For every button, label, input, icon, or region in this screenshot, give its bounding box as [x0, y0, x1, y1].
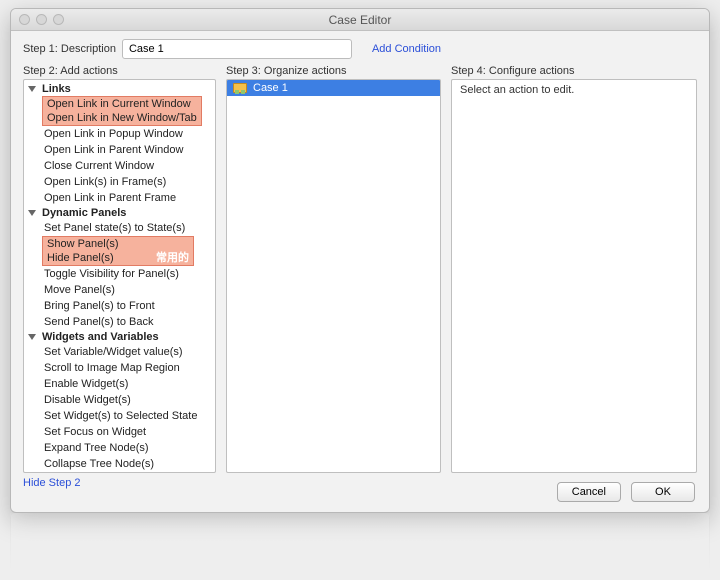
organize-case-row[interactable]: Case 1 [227, 80, 440, 96]
action-toggle-visibility[interactable]: Toggle Visibility for Panel(s) [24, 266, 215, 282]
action-enable-widget[interactable]: Enable Widget(s) [24, 376, 215, 392]
hide-step2-link[interactable]: Hide Step 2 [23, 477, 80, 489]
group-widgets-label: Widgets and Variables [42, 331, 159, 343]
action-open-popup[interactable]: Open Link in Popup Window [24, 126, 215, 142]
action-scroll-map[interactable]: Scroll to Image Map Region [24, 360, 215, 376]
configure-panel: Select an action to edit. [451, 79, 697, 473]
chevron-down-icon [28, 210, 36, 216]
group-dynamic-panels[interactable]: Dynamic Panels [24, 206, 215, 220]
step4-label: Step 4: Configure actions [451, 65, 697, 77]
step1-label: Step 1: Description [23, 43, 116, 55]
titlebar: Case Editor [11, 9, 709, 31]
actions-tree-panel: Links Open Link in Current Window Open L… [23, 79, 216, 473]
case-editor-window: Case Editor Step 1: Description Add Cond… [10, 8, 710, 513]
chevron-down-icon [28, 86, 36, 92]
organize-case-label: Case 1 [253, 82, 288, 94]
group-links-label: Links [42, 83, 71, 95]
cancel-button[interactable]: Cancel [557, 482, 621, 502]
action-open-current[interactable]: Open Link in Current Window [43, 97, 201, 111]
action-collapse-tree[interactable]: Collapse Tree Node(s) [24, 456, 215, 472]
case-icon [233, 83, 247, 93]
action-open-new-tab[interactable]: Open Link in New Window/Tab [43, 111, 201, 125]
group-dynamic-panels-label: Dynamic Panels [42, 207, 126, 219]
step3-label: Step 3: Organize actions [226, 65, 441, 77]
action-set-variable[interactable]: Set Variable/Widget value(s) [24, 344, 215, 360]
highlight-links: Open Link in Current Window Open Link in… [42, 96, 202, 126]
action-disable-widget[interactable]: Disable Widget(s) [24, 392, 215, 408]
organize-panel: Case 1 [226, 79, 441, 473]
highlight-panels: Show Panel(s) Hide Panel(s) 常用的 [42, 236, 194, 266]
action-open-frames[interactable]: Open Link(s) in Frame(s) [24, 174, 215, 190]
action-move-panel[interactable]: Move Panel(s) [24, 282, 215, 298]
ok-button[interactable]: OK [631, 482, 695, 502]
action-expand-tree[interactable]: Expand Tree Node(s) [24, 440, 215, 456]
action-close-current[interactable]: Close Current Window [24, 158, 215, 174]
group-links[interactable]: Links [24, 82, 215, 96]
action-open-parent-window[interactable]: Open Link in Parent Window [24, 142, 215, 158]
action-set-focus[interactable]: Set Focus on Widget [24, 424, 215, 440]
configure-placeholder: Select an action to edit. [460, 84, 574, 96]
chevron-down-icon [28, 334, 36, 340]
action-send-back[interactable]: Send Panel(s) to Back [24, 314, 215, 330]
action-bring-front[interactable]: Bring Panel(s) to Front [24, 298, 215, 314]
window-title: Case Editor [11, 13, 709, 27]
window-reflection: Hide Step 2 Cancel OK [10, 513, 710, 573]
action-set-panel-state[interactable]: Set Panel state(s) to State(s) [24, 220, 215, 236]
step2-label: Step 2: Add actions [23, 65, 216, 77]
description-input[interactable] [122, 39, 352, 59]
action-set-selected[interactable]: Set Widget(s) to Selected State [24, 408, 215, 424]
highlight-label: 常用的 [156, 249, 189, 265]
action-open-parent-frame[interactable]: Open Link in Parent Frame [24, 190, 215, 206]
group-widgets[interactable]: Widgets and Variables [24, 330, 215, 344]
add-condition-link[interactable]: Add Condition [372, 43, 441, 55]
